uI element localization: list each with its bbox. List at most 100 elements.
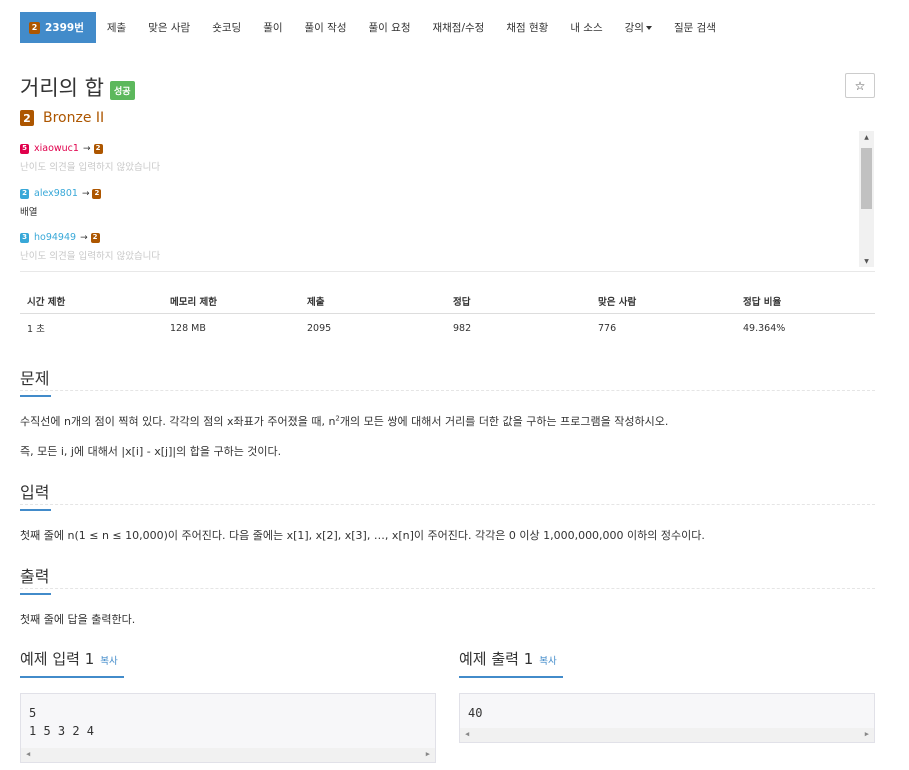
- problem-nav: 2 2399번 제출 맞은 사람 숏코딩 풀이 풀이 작성 풀이 요청 재채점/…: [20, 12, 727, 43]
- list-item: 3 ho94949 → 2 난이도 의견을 입력하지 않았습니다: [20, 232, 160, 262]
- horizontal-scrollbar[interactable]: ◀ ▶: [460, 728, 874, 742]
- header-submissions: 제출: [307, 296, 325, 308]
- header-time-limit: 시간 제한: [27, 296, 66, 308]
- problem-description-1: 수직선에 n개의 점이 찍혀 있다. 각각의 점의 x좌표가 주어졌을 때, n…: [20, 413, 668, 429]
- copy-button[interactable]: 복사: [100, 653, 117, 667]
- header-memory-limit: 메모리 제한: [170, 296, 218, 308]
- tab-short-coding[interactable]: 숏코딩: [201, 12, 252, 43]
- tab-lecture-label: 강의: [624, 22, 644, 34]
- divider: [20, 271, 875, 272]
- user-link[interactable]: xiaowuc1: [34, 143, 79, 154]
- scroll-right-icon[interactable]: ▶: [426, 750, 430, 758]
- sample-input-line: 1 5 3 2 4: [29, 724, 95, 738]
- opinion-text: 배열: [20, 207, 38, 218]
- heading-underline: [20, 593, 51, 595]
- section-heading-problem: 문제: [20, 365, 51, 397]
- status-badge: 성공: [109, 80, 135, 100]
- tab-status[interactable]: 채점 현황: [495, 12, 559, 43]
- section-heading-input: 입력: [20, 479, 51, 511]
- sample-title: 예제 출력 1: [459, 650, 534, 668]
- table-header: 시간 제한 메모리 제한 제출 정답 맞은 사람 정답 비율: [20, 288, 875, 314]
- arrow-icon: →: [81, 188, 90, 199]
- user-link[interactable]: ho94949: [34, 232, 76, 243]
- caret-down-icon: [645, 25, 652, 30]
- tab-lecture-dropdown[interactable]: 강의: [614, 12, 663, 43]
- output-description: 첫째 줄에 답을 출력한다.: [20, 613, 136, 626]
- silver-tier-icon: 2: [20, 188, 29, 199]
- sample-output-box[interactable]: 40 ◀ ▶: [459, 693, 875, 743]
- section-title: 출력: [20, 567, 50, 586]
- arrow-icon: →: [80, 232, 88, 243]
- text: 수직선에 n개의 점이 찍혀 있다. 각각의 점의 x좌표가 주어졌을 때, n: [20, 415, 336, 428]
- scroll-left-icon[interactable]: ◀: [465, 730, 469, 738]
- tier-name[interactable]: Bronze II: [43, 110, 104, 126]
- tab-request-solution[interactable]: 풀이 요청: [358, 12, 422, 43]
- tab-write-solution[interactable]: 풀이 작성: [294, 12, 358, 43]
- heading-underline: [20, 509, 51, 511]
- divider: [20, 504, 875, 505]
- sample-input-box[interactable]: 5 1 5 3 2 4 ◀ ▶: [20, 693, 436, 763]
- section-title: 문제: [20, 369, 50, 388]
- opinions-scrollbar[interactable]: ▲ ▼: [859, 131, 874, 267]
- silver-tier-icon: 3: [20, 232, 29, 243]
- bronze-tier-icon: 2: [29, 21, 40, 34]
- tab-solutions[interactable]: 풀이: [252, 12, 293, 43]
- ruby-tier-icon: 5: [20, 143, 29, 154]
- problem-tier: 2 Bronze II: [20, 110, 104, 126]
- divider: [20, 390, 875, 391]
- horizontal-scrollbar[interactable]: ◀ ▶: [21, 748, 435, 762]
- problem-title: 거리의 합: [20, 76, 104, 100]
- user-link[interactable]: alex9801: [34, 188, 78, 199]
- submissions-value: 2095: [307, 322, 332, 334]
- heading-underline: [20, 395, 51, 397]
- tab-question-search[interactable]: 질문 검색: [663, 12, 727, 43]
- input-description: 첫째 줄에 n(1 ≤ n ≤ 10,000)이 주어진다. 다음 줄에는 x[…: [20, 529, 705, 542]
- scrollbar-thumb[interactable]: [861, 148, 872, 209]
- tab-my-source[interactable]: 내 소스: [559, 12, 613, 43]
- sample-output-heading: 예제 출력 1 복사: [459, 648, 563, 678]
- title-row: 거리의 합 성공: [20, 72, 135, 102]
- memory-limit-value: 128 MB: [170, 322, 206, 334]
- tab-accepted-users[interactable]: 맞은 사람: [137, 12, 201, 43]
- header-ratio: 정답 비율: [743, 296, 782, 308]
- solved-users-value: 776: [598, 322, 617, 334]
- sample-input-line: 5: [29, 706, 37, 720]
- star-button[interactable]: ☆: [845, 73, 875, 98]
- accepted-value: 982: [453, 322, 472, 334]
- list-item: 2 alex9801 → 2 배열: [20, 188, 102, 218]
- tab-submit[interactable]: 제출: [96, 12, 137, 43]
- heading-underline: [20, 676, 124, 678]
- ratio-value: 49.364%: [743, 322, 786, 334]
- problem-info-table: 시간 제한 메모리 제한 제출 정답 맞은 사람 정답 비율 1 초 128 M…: [20, 288, 875, 342]
- bronze-tier-icon: 2: [90, 232, 100, 243]
- sample-input-heading: 예제 입력 1 복사: [20, 648, 124, 678]
- section-heading-output: 출력: [20, 563, 51, 595]
- scroll-right-icon[interactable]: ▶: [865, 730, 869, 738]
- divider: [20, 588, 875, 589]
- arrow-icon: →: [82, 143, 91, 154]
- opinion-text: 난이도 의견을 입력하지 않았습니다: [20, 251, 161, 262]
- scroll-left-icon[interactable]: ◀: [26, 750, 30, 758]
- sample-title: 예제 입력 1: [20, 650, 95, 668]
- header-solved-users: 맞은 사람: [598, 296, 637, 308]
- table-row: 1 초 128 MB 2095 982 776 49.364%: [20, 314, 875, 342]
- star-icon: ☆: [854, 78, 866, 93]
- copy-button[interactable]: 복사: [539, 653, 556, 667]
- bronze-tier-icon: 2: [20, 110, 34, 126]
- header-accepted: 정답: [453, 296, 471, 308]
- text: 개의 모든 쌍에 대해서 거리를 더한 값을 구하는 프로그램을 작성하시오.: [339, 415, 669, 428]
- opinion-text: 난이도 의견을 입력하지 않았습니다: [20, 162, 161, 173]
- difficulty-opinions: 5 xiaowuc1 → 2 난이도 의견을 입력하지 않았습니다 2 alex…: [20, 131, 875, 267]
- list-item: 5 xiaowuc1 → 2 난이도 의견을 입력하지 않았습니다: [20, 143, 160, 173]
- section-title: 입력: [20, 483, 50, 502]
- sample-output-line: 40: [468, 706, 483, 720]
- time-limit-value: 1 초: [27, 324, 45, 335]
- bronze-tier-icon: 2: [93, 143, 103, 154]
- problem-description-2: 즉, 모든 i, j에 대해서 |x[i] - x[j]|의 합을 구하는 것이…: [20, 445, 282, 458]
- tab-problem[interactable]: 2 2399번: [20, 12, 96, 43]
- heading-underline: [459, 676, 563, 678]
- scroll-down-icon[interactable]: ▼: [859, 255, 874, 267]
- bronze-tier-icon: 2: [92, 188, 102, 199]
- scroll-up-icon[interactable]: ▲: [859, 131, 874, 143]
- tab-rejudge[interactable]: 재채점/수정: [421, 12, 495, 43]
